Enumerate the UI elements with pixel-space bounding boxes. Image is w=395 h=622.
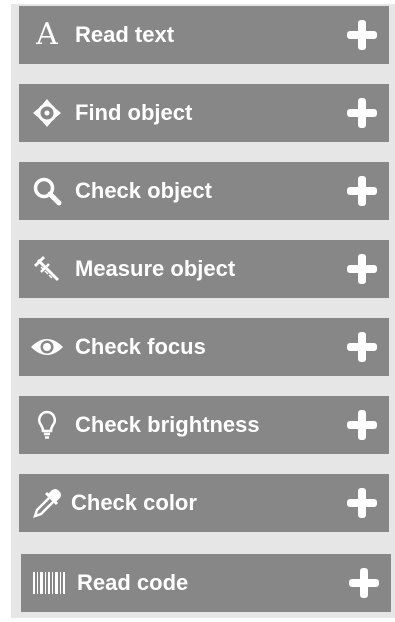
magnifier-icon: [27, 171, 67, 211]
tool-read-text[interactable]: A Read text: [19, 6, 389, 64]
tool-read-code[interactable]: Read code: [21, 554, 391, 612]
tool-find-object[interactable]: Find object: [19, 84, 389, 142]
tool-check-brightness[interactable]: Check brightness: [19, 396, 389, 454]
crosshair-icon: [27, 93, 67, 133]
add-check-brightness-button[interactable]: [347, 410, 377, 440]
caliper-icon: [27, 249, 67, 289]
letter-a-glyph: A: [36, 17, 58, 52]
tool-label: Find object: [75, 100, 193, 125]
eye-icon: [27, 327, 67, 367]
tool-label: Read code: [77, 570, 189, 595]
add-read-code-button[interactable]: [349, 568, 379, 598]
add-check-color-button[interactable]: [347, 488, 377, 518]
add-measure-object-button[interactable]: [347, 254, 377, 284]
tool-check-color[interactable]: Check color: [19, 474, 389, 532]
tool-label: Check color: [71, 490, 197, 515]
add-find-object-button[interactable]: [347, 98, 377, 128]
add-check-object-button[interactable]: [347, 176, 377, 206]
tool-measure-object[interactable]: Measure object: [19, 240, 389, 298]
tool-panel: A Read text Find object Check object Mea…: [11, 4, 395, 618]
letter-a-icon: A: [27, 15, 67, 55]
tool-label: Check focus: [75, 334, 206, 359]
tool-label: Check object: [75, 178, 212, 203]
tool-label: Read text: [75, 22, 175, 47]
add-read-text-button[interactable]: [347, 20, 377, 50]
tool-label: Check brightness: [75, 412, 260, 437]
eyedropper-icon: [27, 483, 67, 523]
tool-label: Measure object: [75, 256, 236, 281]
lightbulb-icon: [27, 405, 67, 445]
tool-check-object[interactable]: Check object: [19, 162, 389, 220]
tool-check-focus[interactable]: Check focus: [19, 318, 389, 376]
add-check-focus-button[interactable]: [347, 332, 377, 362]
barcode-icon: [29, 563, 69, 603]
